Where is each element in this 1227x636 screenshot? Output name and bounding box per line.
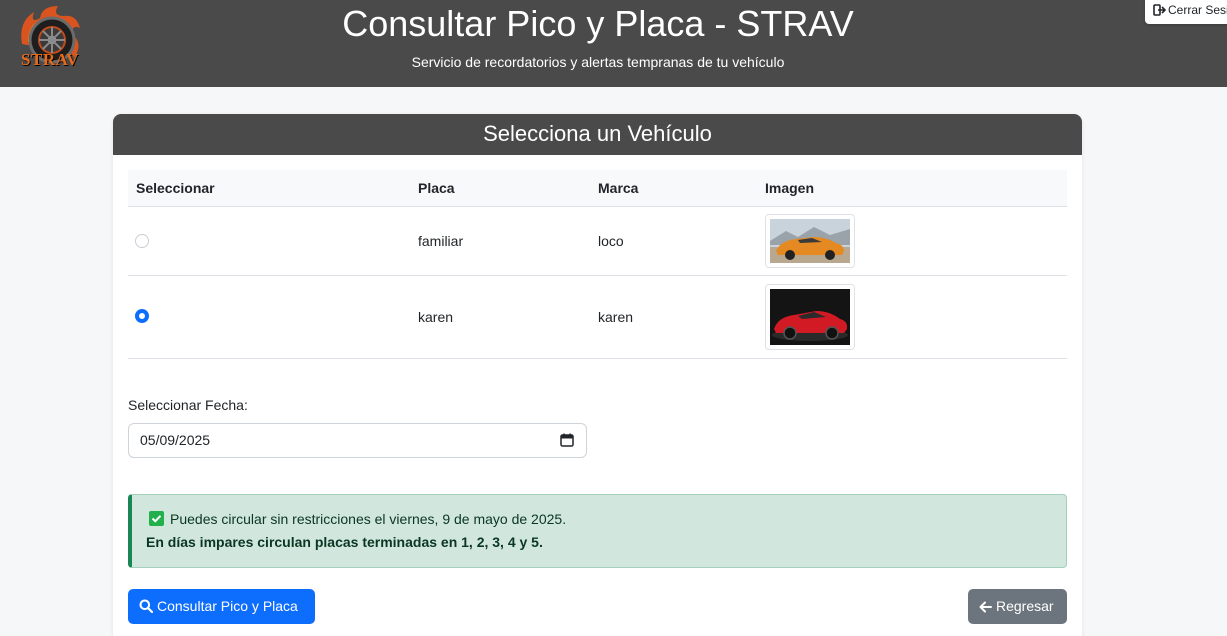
back-button[interactable]: Regresar bbox=[968, 589, 1067, 624]
result-alert: Puedes circular sin restricciones el vie… bbox=[128, 494, 1067, 568]
table-header: Seleccionar Placa Marca Imagen bbox=[128, 170, 1067, 207]
calendar-icon[interactable] bbox=[560, 433, 574, 447]
vehicle-table: Seleccionar Placa Marca Imagen familiar … bbox=[128, 170, 1067, 359]
logout-button[interactable]: Cerrar Sesión bbox=[1145, 0, 1227, 24]
alert-rule: En días impares circulan placas terminad… bbox=[146, 534, 543, 550]
check-icon bbox=[149, 511, 164, 526]
date-label: Seleccionar Fecha: bbox=[128, 397, 248, 413]
column-header-marca: Marca bbox=[598, 180, 639, 196]
top-header: STRAV Consultar Pico y Placa - STRAV Ser… bbox=[0, 0, 1227, 87]
sign-out-icon bbox=[1153, 4, 1167, 16]
table-row[interactable]: karen karen bbox=[128, 276, 1067, 359]
search-icon bbox=[139, 599, 154, 614]
placa-cell: karen bbox=[418, 309, 454, 325]
column-header-select: Seleccionar bbox=[136, 180, 215, 196]
marca-cell: loco bbox=[598, 233, 624, 249]
placa-cell: familiar bbox=[418, 233, 464, 249]
vehicle-radio-familiar[interactable] bbox=[135, 234, 149, 248]
page-subtitle: Servicio de recordatorios y alertas temp… bbox=[411, 54, 785, 70]
logout-label: Cerrar Sesión bbox=[1168, 3, 1227, 17]
consult-label: Consultar Pico y Placa bbox=[157, 598, 298, 614]
date-input[interactable]: 05/09/2025 bbox=[128, 423, 587, 458]
vehicle-card: Selecciona un Vehículo Seleccionar Placa… bbox=[113, 114, 1082, 636]
vehicle-image bbox=[765, 214, 855, 268]
date-value: 05/09/2025 bbox=[140, 432, 211, 448]
alert-message: Puedes circular sin restricciones el vie… bbox=[170, 511, 567, 527]
back-label: Regresar bbox=[996, 598, 1054, 614]
marca-cell: karen bbox=[598, 309, 634, 325]
arrow-left-icon bbox=[979, 601, 992, 613]
consult-button[interactable]: Consultar Pico y Placa bbox=[128, 589, 315, 624]
vehicle-image bbox=[765, 284, 855, 350]
column-header-imagen: Imagen bbox=[765, 180, 815, 196]
column-header-placa: Placa bbox=[418, 180, 455, 196]
card-title: Selecciona un Vehículo bbox=[113, 114, 1082, 155]
vehicle-radio-karen[interactable] bbox=[135, 309, 149, 323]
table-row[interactable]: familiar loco bbox=[128, 207, 1067, 276]
page-title: Consultar Pico y Placa - STRAV bbox=[342, 3, 854, 44]
